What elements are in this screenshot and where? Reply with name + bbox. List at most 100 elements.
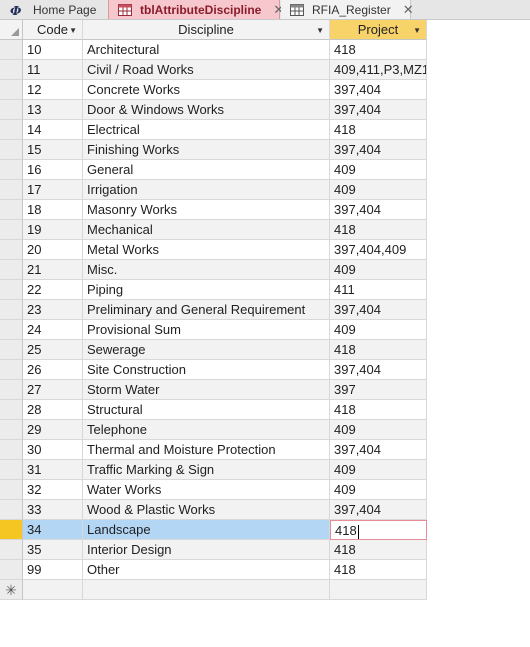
discipline-cell[interactable]: Masonry Works <box>83 200 330 220</box>
project-cell[interactable]: 418 <box>330 560 427 580</box>
discipline-cell[interactable]: Site Construction <box>83 360 330 380</box>
code-cell[interactable]: 17 <box>23 180 83 200</box>
record-selector[interactable] <box>0 500 23 520</box>
project-cell[interactable]: 397,404 <box>330 500 427 520</box>
project-cell[interactable]: 397,404 <box>330 100 427 120</box>
project-cell[interactable]: 397 <box>330 380 427 400</box>
column-header-discipline[interactable]: Discipline ▼ <box>83 20 330 40</box>
record-selector[interactable] <box>0 320 23 340</box>
code-cell[interactable]: 34 <box>23 520 83 540</box>
project-cell[interactable]: 418 <box>330 340 427 360</box>
code-cell[interactable]: 13 <box>23 100 83 120</box>
project-cell[interactable]: 409 <box>330 260 427 280</box>
record-selector[interactable] <box>0 240 23 260</box>
table-row[interactable]: 34 Landscape 418 <box>0 520 427 540</box>
code-cell[interactable]: 12 <box>23 80 83 100</box>
table-row[interactable]: 30 Thermal and Moisture Protection 397,404 <box>0 440 427 460</box>
record-selector[interactable] <box>0 480 23 500</box>
table-row[interactable]: 17 Irrigation 409 <box>0 180 427 200</box>
table-row[interactable]: 99 Other 418 <box>0 560 427 580</box>
record-selector[interactable] <box>0 380 23 400</box>
code-cell[interactable]: 27 <box>23 380 83 400</box>
code-cell[interactable]: 32 <box>23 480 83 500</box>
project-cell[interactable]: 409 <box>330 180 427 200</box>
table-row[interactable]: 21 Misc. 409 <box>0 260 427 280</box>
project-cell[interactable]: 397,404 <box>330 360 427 380</box>
discipline-cell[interactable]: General <box>83 160 330 180</box>
table-row[interactable]: 32 Water Works 409 <box>0 480 427 500</box>
project-cell[interactable]: 418 <box>330 540 427 560</box>
project-cell[interactable]: 418 <box>330 400 427 420</box>
discipline-cell[interactable]: Sewerage <box>83 340 330 360</box>
new-record-cell[interactable] <box>23 580 83 600</box>
discipline-cell[interactable]: Concrete Works <box>83 80 330 100</box>
project-cell[interactable]: 397,404 <box>330 140 427 160</box>
table-row[interactable]: 28 Structural 418 <box>0 400 427 420</box>
project-cell[interactable]: 397,404,409 <box>330 240 427 260</box>
record-selector[interactable] <box>0 80 23 100</box>
project-cell[interactable]: 409 <box>330 480 427 500</box>
code-cell[interactable]: 28 <box>23 400 83 420</box>
code-cell[interactable]: 20 <box>23 240 83 260</box>
table-row[interactable]: 13 Door & Windows Works 397,404 <box>0 100 427 120</box>
record-selector[interactable] <box>0 540 23 560</box>
project-cell[interactable]: 409 <box>330 460 427 480</box>
new-record-icon[interactable]: ✳ <box>0 580 23 600</box>
discipline-cell[interactable]: Landscape <box>83 520 330 540</box>
project-cell[interactable]: 411 <box>330 280 427 300</box>
record-selector[interactable] <box>0 360 23 380</box>
discipline-cell[interactable]: Telephone <box>83 420 330 440</box>
record-selector[interactable] <box>0 420 23 440</box>
project-cell[interactable]: 397,404 <box>330 200 427 220</box>
code-cell[interactable]: 18 <box>23 200 83 220</box>
table-row[interactable]: 33 Wood & Plastic Works 397,404 <box>0 500 427 520</box>
code-cell[interactable]: 30 <box>23 440 83 460</box>
table-row[interactable]: 14 Electrical 418 <box>0 120 427 140</box>
discipline-cell[interactable]: Electrical <box>83 120 330 140</box>
discipline-cell[interactable]: Preliminary and General Requirement <box>83 300 330 320</box>
discipline-cell[interactable]: Metal Works <box>83 240 330 260</box>
record-selector[interactable] <box>0 400 23 420</box>
table-row[interactable]: 31 Traffic Marking & Sign 409 <box>0 460 427 480</box>
table-row[interactable]: 12 Concrete Works 397,404 <box>0 80 427 100</box>
close-icon[interactable]: ✕ <box>403 3 414 16</box>
code-cell[interactable]: 35 <box>23 540 83 560</box>
table-row[interactable]: 15 Finishing Works 397,404 <box>0 140 427 160</box>
code-cell[interactable]: 33 <box>23 500 83 520</box>
table-row[interactable]: 10 Architectural 418 <box>0 40 427 60</box>
discipline-cell[interactable]: Irrigation <box>83 180 330 200</box>
table-row[interactable]: 22 Piping 411 <box>0 280 427 300</box>
column-header-code[interactable]: Code ▼ <box>23 20 83 40</box>
record-selector[interactable] <box>0 160 23 180</box>
discipline-cell[interactable]: Water Works <box>83 480 330 500</box>
table-row[interactable]: 25 Sewerage 418 <box>0 340 427 360</box>
code-cell[interactable]: 16 <box>23 160 83 180</box>
code-cell[interactable]: 21 <box>23 260 83 280</box>
record-selector[interactable] <box>0 260 23 280</box>
project-cell[interactable]: 397,404 <box>330 300 427 320</box>
record-selector[interactable] <box>0 300 23 320</box>
table-row[interactable]: 19 Mechanical 418 <box>0 220 427 240</box>
discipline-cell[interactable]: Thermal and Moisture Protection <box>83 440 330 460</box>
table-row[interactable]: 29 Telephone 409 <box>0 420 427 440</box>
discipline-cell[interactable]: Mechanical <box>83 220 330 240</box>
record-selector[interactable] <box>0 140 23 160</box>
project-cell[interactable]: 409 <box>330 320 427 340</box>
discipline-cell[interactable]: Wood & Plastic Works <box>83 500 330 520</box>
tab-rfia-register[interactable]: RFIA_Register ✕ <box>281 0 414 19</box>
record-selector[interactable] <box>0 440 23 460</box>
filter-dropdown-icon[interactable]: ▼ <box>316 21 324 39</box>
code-cell[interactable]: 14 <box>23 120 83 140</box>
discipline-cell[interactable]: Finishing Works <box>83 140 330 160</box>
record-selector[interactable] <box>0 120 23 140</box>
project-cell[interactable]: 397,404 <box>330 440 427 460</box>
project-cell[interactable]: 409 <box>330 160 427 180</box>
record-selector[interactable] <box>0 280 23 300</box>
project-cell[interactable]: 418 <box>330 120 427 140</box>
code-cell[interactable]: 24 <box>23 320 83 340</box>
discipline-cell[interactable]: Interior Design <box>83 540 330 560</box>
table-row[interactable]: 20 Metal Works 397,404,409 <box>0 240 427 260</box>
filter-dropdown-icon[interactable]: ▼ <box>69 21 77 39</box>
discipline-cell[interactable]: Piping <box>83 280 330 300</box>
discipline-cell[interactable]: Traffic Marking & Sign <box>83 460 330 480</box>
